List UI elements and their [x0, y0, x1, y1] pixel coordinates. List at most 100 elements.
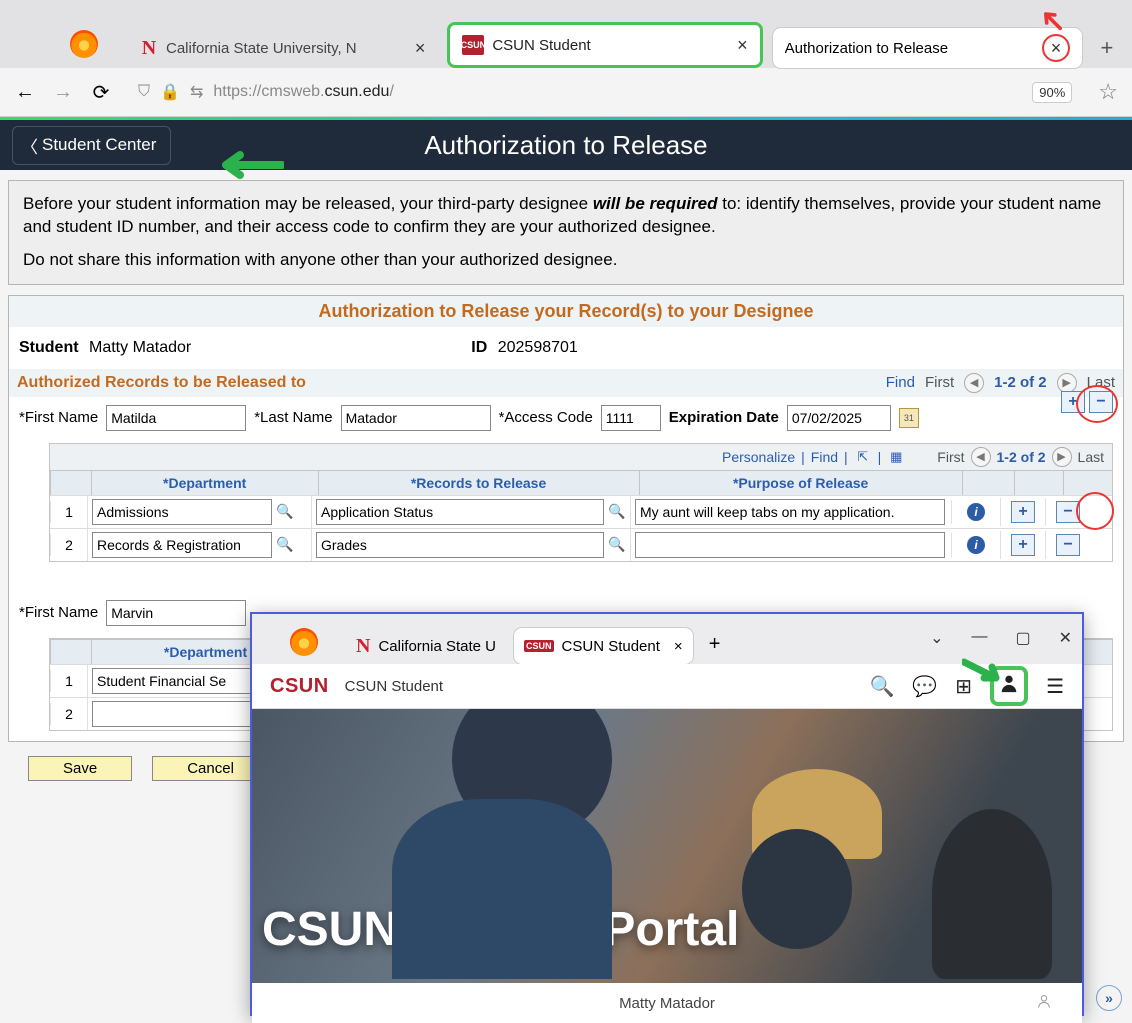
- col-records: Records to Release: [318, 471, 639, 495]
- exp-date-input[interactable]: [787, 405, 891, 431]
- next-icon[interactable]: ▶: [1052, 447, 1072, 467]
- access-code-label: Access Code: [499, 409, 593, 426]
- prev-icon[interactable]: ◀: [964, 373, 984, 393]
- zoom-level[interactable]: 90%: [1032, 82, 1072, 103]
- add-row-button[interactable]: +: [1011, 501, 1035, 523]
- find-link[interactable]: Find: [886, 374, 915, 391]
- minimize-icon[interactable]: —: [971, 628, 987, 648]
- permissions-icon: ⇆: [190, 82, 203, 102]
- delete-row-button[interactable]: −: [1056, 534, 1080, 556]
- popup-tabstrip: N California State U CSUN CSUN Student ×…: [252, 614, 1082, 664]
- url-host: csun.edu: [325, 83, 390, 101]
- purpose-input[interactable]: [635, 499, 945, 525]
- next-icon[interactable]: ▶: [1057, 373, 1077, 393]
- tab-csun-student[interactable]: CSUN CSUN Student ×: [447, 22, 762, 68]
- calendar-icon[interactable]: 31: [899, 408, 919, 428]
- portal-page-title: CSUN Student: [345, 678, 443, 695]
- records-grid: Personalize| Find| ⇱| ▦ First ◀ 1-2 of 2…: [49, 443, 1113, 562]
- grid-find-link[interactable]: Find: [811, 449, 838, 465]
- bookmark-star-icon[interactable]: ☆: [1098, 79, 1118, 105]
- tab-title: CSUN Student: [562, 638, 660, 655]
- first-name-input[interactable]: [106, 600, 246, 626]
- row-number: 1: [50, 670, 87, 692]
- url-field[interactable]: ⛉ 🔒 ⇆ https://cmsweb.csun.edu/ 90%: [128, 74, 1082, 110]
- dept-input[interactable]: [92, 701, 272, 727]
- save-button[interactable]: Save: [28, 756, 132, 781]
- delete-row-button[interactable]: −: [1056, 501, 1080, 523]
- access-code-input[interactable]: [601, 405, 661, 431]
- info-icon[interactable]: i: [967, 536, 985, 554]
- download-icon[interactable]: ⇱: [854, 448, 872, 466]
- row-number: 1: [50, 501, 87, 523]
- tab-csu[interactable]: N California State University, N ×: [128, 28, 437, 68]
- first-name-input[interactable]: [106, 405, 246, 431]
- notice-box: Before your student information may be r…: [8, 180, 1124, 285]
- purpose-input[interactable]: [635, 532, 945, 558]
- reload-icon[interactable]: ⟳: [90, 81, 112, 103]
- last-name-input[interactable]: [341, 405, 491, 431]
- record-count: 1-2 of 2: [997, 449, 1046, 465]
- tab-auth-release[interactable]: Authorization to Release ×: [773, 28, 1082, 68]
- favicon-csun-icon: CSUN: [524, 640, 554, 652]
- expand-chevrons-icon[interactable]: »: [1096, 985, 1122, 1011]
- maximize-icon[interactable]: ▢: [1015, 628, 1030, 648]
- popup-tab-csun-student[interactable]: CSUN CSUN Student ×: [514, 628, 693, 664]
- footer-user-name: Matty Matador: [619, 995, 715, 1012]
- url-text: https://cmsweb.: [213, 83, 324, 101]
- annotation-green-arrow: [962, 658, 1006, 684]
- hamburger-menu-icon[interactable]: ☰: [1046, 674, 1064, 699]
- student-label: Student: [19, 339, 79, 356]
- add-row-button[interactable]: +: [1011, 534, 1035, 556]
- lookup-icon[interactable]: 🔍: [276, 536, 294, 554]
- record-count: 1-2 of 2: [994, 374, 1047, 391]
- firefox-icon: [290, 628, 318, 656]
- close-icon[interactable]: ×: [1042, 34, 1070, 62]
- tab-title: California State University, N: [166, 40, 407, 57]
- portal-popup-window: N California State U CSUN CSUN Student ×…: [250, 612, 1084, 1016]
- close-window-icon[interactable]: ✕: [1059, 628, 1072, 648]
- prev-icon[interactable]: ◀: [971, 447, 991, 467]
- chevron-down-icon[interactable]: ⌄: [930, 628, 943, 648]
- info-icon[interactable]: i: [967, 503, 985, 521]
- firefox-icon: [70, 30, 98, 58]
- grid-row: 2 🔍 🔍 i + −: [50, 528, 1112, 561]
- tab-title: Authorization to Release: [785, 40, 1034, 57]
- dept-input[interactable]: [92, 532, 272, 558]
- row-number: 2: [50, 703, 87, 725]
- personalize-link[interactable]: Personalize: [722, 449, 795, 465]
- records-input[interactable]: [316, 499, 604, 525]
- close-icon[interactable]: ×: [737, 35, 748, 56]
- browser-tabstrip: N California State University, N × CSUN …: [0, 0, 1132, 68]
- lookup-icon[interactable]: 🔍: [608, 503, 626, 521]
- close-icon[interactable]: ×: [415, 38, 426, 59]
- grid-settings-icon[interactable]: ▦: [887, 448, 905, 466]
- col-purpose: Purpose of Release: [639, 471, 962, 495]
- new-tab-button[interactable]: +: [1092, 33, 1122, 63]
- search-icon[interactable]: 🔍: [869, 674, 894, 699]
- csun-logo: CSUN: [270, 675, 329, 698]
- favicon-n-icon: N: [140, 39, 158, 57]
- lookup-icon[interactable]: 🔍: [608, 536, 626, 554]
- records-input[interactable]: [316, 532, 604, 558]
- first-label: First: [925, 374, 954, 391]
- dept-input[interactable]: [92, 668, 272, 694]
- records-subheader: Authorized Records to be Released to Fin…: [9, 369, 1123, 397]
- first-name-label: First Name: [19, 409, 98, 426]
- exp-date-label: Expiration Date: [669, 409, 779, 426]
- col-department: Department: [91, 471, 318, 495]
- grid-row: 1 🔍 🔍 i + −: [50, 495, 1112, 528]
- chat-icon[interactable]: 💬: [912, 674, 937, 699]
- add-row-button[interactable]: +: [1061, 391, 1085, 413]
- page-title: Authorization to Release: [0, 130, 1132, 161]
- lookup-icon[interactable]: 🔍: [276, 503, 294, 521]
- last-name-label: Last Name: [254, 409, 332, 426]
- back-icon[interactable]: ←: [14, 81, 36, 103]
- last-label: Last: [1078, 449, 1104, 465]
- dept-input[interactable]: [92, 499, 272, 525]
- app-header: 〈 Student Center Authorization to Releas…: [0, 120, 1132, 170]
- portal-hero: CSUN Student Portal: [252, 709, 1082, 983]
- close-icon[interactable]: ×: [674, 638, 683, 655]
- new-tab-button[interactable]: +: [709, 633, 721, 656]
- popup-tab-csu[interactable]: N California State U: [346, 628, 506, 664]
- delete-row-button[interactable]: −: [1089, 391, 1113, 413]
